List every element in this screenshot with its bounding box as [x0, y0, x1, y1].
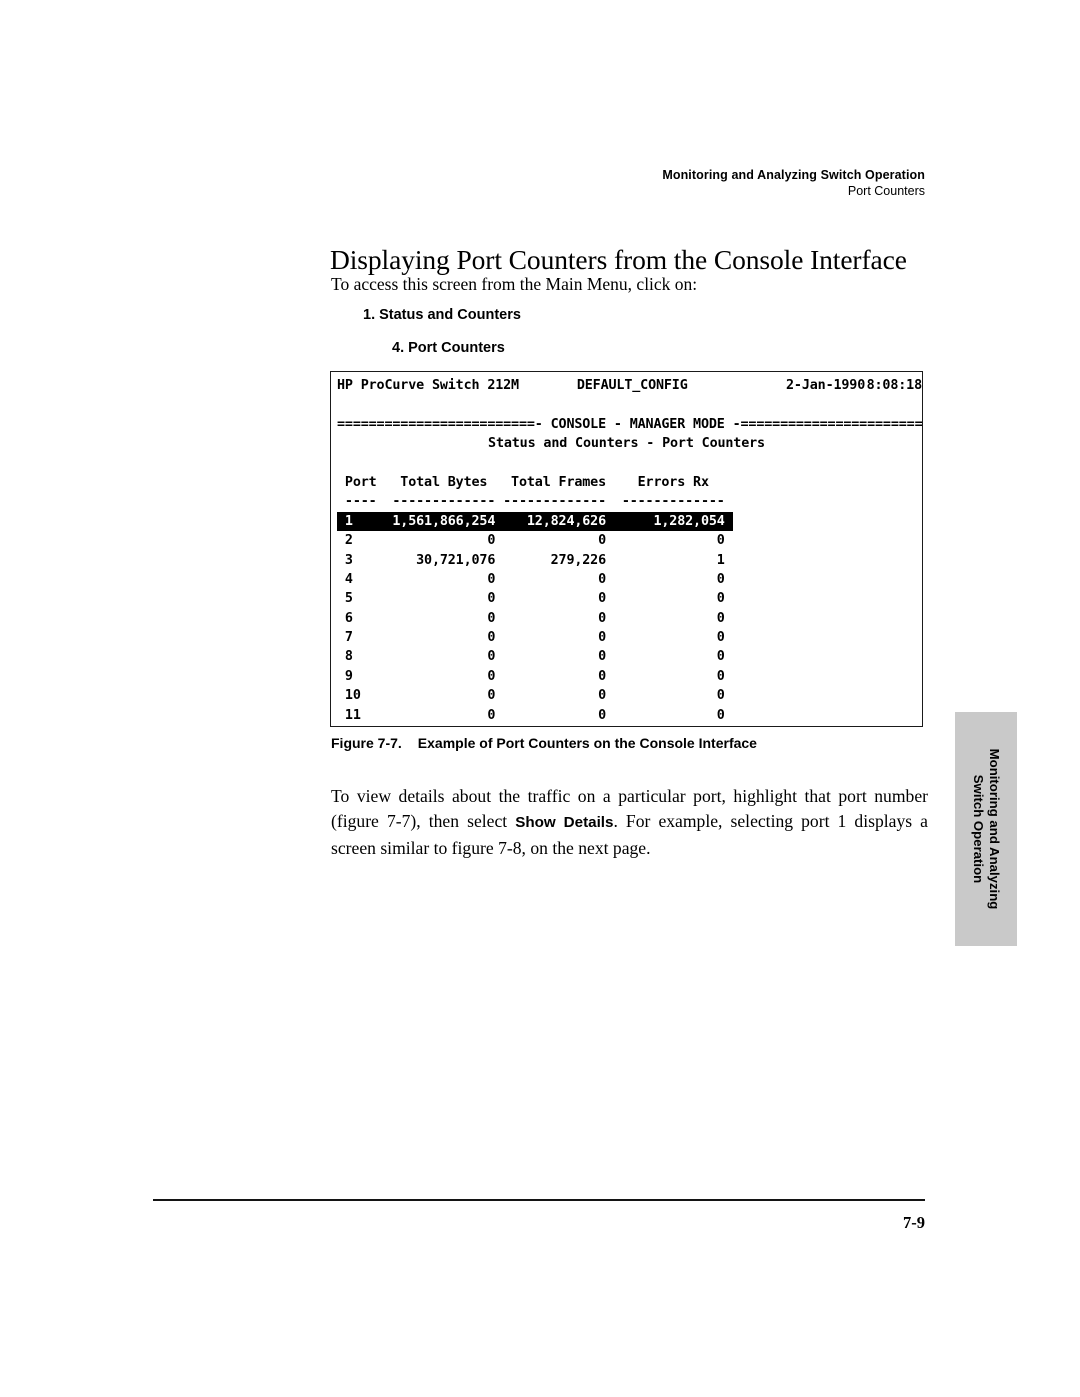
page-title: Displaying Port Counters from the Consol… [330, 244, 907, 276]
console-port-row[interactable]: 5 0 0 0 [331, 589, 922, 608]
menu-path-item-port-counters: 4. Port Counters [392, 340, 505, 356]
console-port-row[interactable]: 11 0 0 0 [331, 706, 922, 725]
footer-rule [153, 1199, 925, 1201]
console-port-row[interactable]: 6 0 0 0 [331, 609, 922, 628]
console-port-row[interactable]: 4 0 0 0 [331, 570, 922, 589]
console-port-row[interactable]: 1 1,561,866,254 12,824,626 1,282,054 [331, 511, 922, 532]
intro-text: To access this screen from the Main Menu… [331, 274, 698, 294]
chapter-thumb-tab: Monitoring and Analyzing Switch Operatio… [955, 712, 1017, 946]
console-banner: =========================- CONSOLE - MAN… [337, 416, 923, 432]
console-port-row[interactable]: 9 0 0 0 [331, 667, 922, 686]
console-port-row[interactable]: 8 0 0 0 [331, 647, 922, 666]
console-port-row-selected[interactable]: 1 1,561,866,254 12,824,626 1,282,054 [337, 511, 733, 532]
console-port-row[interactable]: 7 0 0 0 [331, 628, 922, 647]
figure-caption-text: Example of Port Counters on the Console … [417, 735, 757, 751]
console-port-table: 1 1,561,866,254 12,824,626 1,282,054 2 0… [331, 511, 922, 725]
running-head: Monitoring and Analyzing Switch Operatio… [662, 167, 925, 200]
console-spacer-3 [331, 725, 922, 726]
console-screenshot: HP ProCurve Switch 212M DEFAULT_CONFIG 2… [330, 371, 923, 727]
console-time: 8:08:18 [866, 378, 922, 393]
page-number: 7-9 [903, 1213, 925, 1232]
console-port-row[interactable]: 2 0 0 0 [331, 531, 922, 550]
console-screen-title: Status and Counters - Port Counters [488, 436, 765, 452]
running-head-chapter: Monitoring and Analyzing Switch Operatio… [662, 168, 925, 182]
body-paragraph: To view details about the traffic on a p… [331, 784, 928, 862]
console-port-row[interactable]: 10 0 0 0 [331, 686, 922, 705]
chapter-thumb-tab-line2: Switch Operation [971, 774, 986, 884]
running-head-section: Port Counters [847, 184, 925, 198]
chapter-thumb-tab-label: Monitoring and Analyzing Switch Operatio… [955, 712, 1017, 946]
figure-caption: Figure 7-7. Example of Port Counters on t… [331, 735, 757, 751]
console-column-headers: Port Total Bytes Total Frames Errors Rx [337, 474, 709, 490]
console-column-rule: ---- ------------- ------------- -------… [337, 494, 725, 510]
figure-number: Figure 7-7. [331, 735, 402, 751]
console-port-row[interactable]: 3 30,721,076 279,226 1 [331, 551, 922, 570]
console-switch-model: HP ProCurve Switch 212M [337, 378, 519, 393]
console-status-line: HP ProCurve Switch 212M DEFAULT_CONFIG 2… [331, 376, 922, 395]
chapter-thumb-tab-line1: Monitoring and Analyzing [987, 748, 1002, 910]
console-spacer-1 [331, 395, 922, 414]
console-spacer-2 [331, 454, 922, 473]
body-paragraph-emphasis: Show Details [515, 814, 614, 832]
console-date: 2-Jan-1990 [786, 378, 866, 393]
menu-path-item-status-and-counters: 1. Status and Counters [363, 307, 521, 323]
console-config-name: DEFAULT_CONFIG [576, 378, 688, 393]
